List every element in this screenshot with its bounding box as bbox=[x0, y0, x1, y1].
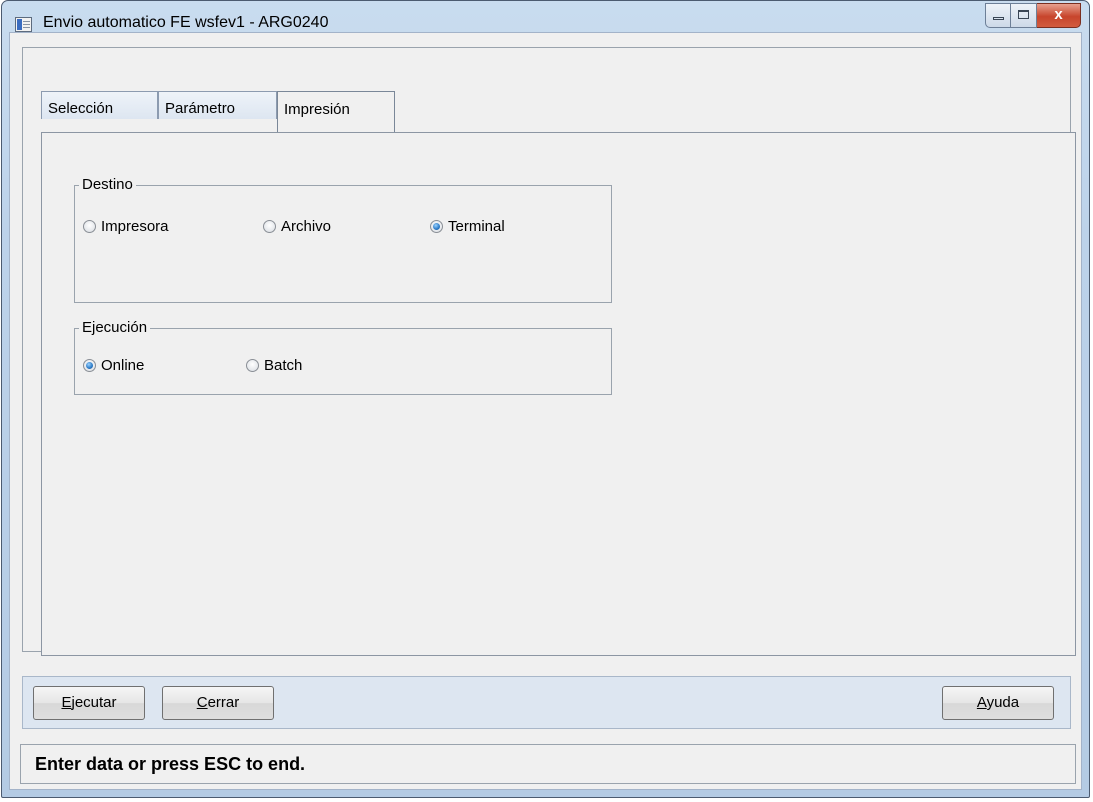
radio-archivo[interactable]: Archivo bbox=[263, 218, 331, 235]
ayuda-accel: A bbox=[976, 694, 987, 711]
ejecucion-group: Ejecución Online Batch bbox=[74, 319, 612, 395]
destino-group-label: Destino bbox=[79, 176, 136, 194]
radio-batch-indicator[interactable] bbox=[246, 359, 259, 372]
radio-batch[interactable]: Batch bbox=[246, 357, 302, 374]
radio-archivo-label: Archivo bbox=[281, 218, 332, 235]
ayuda-button[interactable]: Ayuda bbox=[942, 686, 1054, 720]
radio-batch-label: Batch bbox=[264, 357, 303, 374]
radio-online[interactable]: Online bbox=[83, 357, 144, 374]
window-client-area: Selección Parámetro Destino Impresora Ar… bbox=[9, 32, 1082, 790]
radio-impresora-indicator[interactable] bbox=[83, 220, 96, 233]
radio-online-indicator[interactable] bbox=[83, 359, 96, 372]
tab-label: Impresión bbox=[284, 101, 350, 118]
radio-archivo-indicator[interactable] bbox=[263, 220, 276, 233]
close-button[interactable]: x bbox=[1037, 3, 1081, 28]
tab-label: Selección bbox=[48, 100, 114, 117]
app-window: Envio automatico FE wsfev1 - ARG0240 x S… bbox=[1, 0, 1090, 798]
close-icon: x bbox=[1054, 6, 1063, 23]
status-bar: Enter data or press ESC to end. bbox=[20, 744, 1076, 784]
app-window-icon[interactable] bbox=[15, 17, 32, 32]
ejecutar-button[interactable]: Ejecutar bbox=[33, 686, 145, 720]
tab-label: Parámetro bbox=[165, 100, 236, 117]
maximize-button[interactable] bbox=[1011, 3, 1037, 28]
status-message: Enter data or press ESC to end. bbox=[35, 754, 306, 774]
cerrar-label: errar bbox=[207, 694, 240, 711]
window-title: Envio automatico FE wsfev1 - ARG0240 bbox=[43, 14, 329, 31]
tab-seleccion[interactable]: Selección bbox=[41, 91, 158, 119]
maximize-icon bbox=[1018, 10, 1029, 19]
radio-impresora[interactable]: Impresora bbox=[83, 218, 169, 235]
ejecucion-group-label: Ejecución bbox=[79, 319, 151, 337]
radio-impresora-label: Impresora bbox=[101, 218, 169, 235]
cerrar-accel: C bbox=[196, 694, 208, 711]
destino-group: Destino Impresora Archivo Terminal bbox=[74, 176, 612, 303]
tab-panel-impresion: Destino Impresora Archivo Terminal Ejecu… bbox=[41, 132, 1076, 656]
minimize-icon bbox=[993, 17, 1004, 20]
tab-parametro[interactable]: Parámetro bbox=[158, 91, 277, 119]
minimize-button[interactable] bbox=[985, 3, 1011, 28]
content-frame: Selección Parámetro Destino Impresora Ar… bbox=[22, 47, 1076, 656]
cerrar-button[interactable]: Cerrar bbox=[162, 686, 274, 720]
radio-terminal[interactable]: Terminal bbox=[430, 218, 505, 235]
window-controls: x bbox=[985, 3, 1081, 30]
ejecutar-accel: E bbox=[61, 694, 72, 711]
radio-terminal-indicator[interactable] bbox=[430, 220, 443, 233]
ejecutar-label: jecutar bbox=[71, 694, 117, 711]
ayuda-label: yuda bbox=[986, 694, 1020, 711]
tab-impresion[interactable]: Impresión bbox=[277, 91, 395, 132]
button-bar: Ejecutar Cerrar Ayuda bbox=[22, 676, 1071, 729]
radio-terminal-label: Terminal bbox=[448, 218, 505, 235]
radio-online-label: Online bbox=[101, 357, 145, 374]
